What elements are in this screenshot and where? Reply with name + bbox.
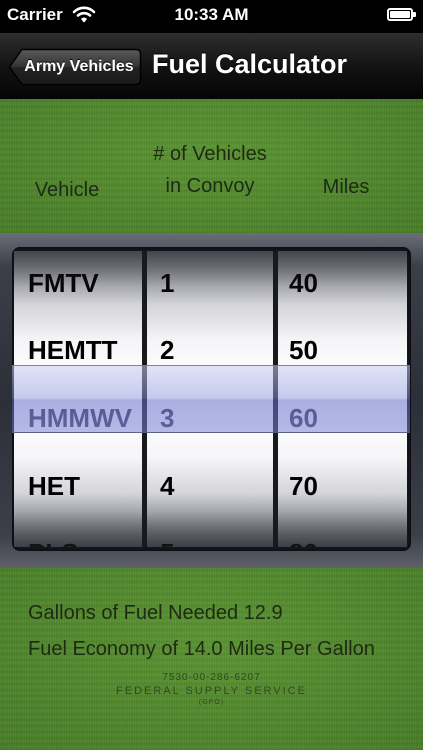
convoy-option-selected[interactable]: 3 xyxy=(147,384,273,452)
page-title: Fuel Calculator xyxy=(152,49,348,79)
miles-column-label: Miles xyxy=(322,176,370,198)
column-header-area: Vehicle # of Vehicles in Convoy Miles xyxy=(0,99,423,233)
form-stamp-gpo: (GPO) xyxy=(198,699,225,706)
fuel-economy-text: Fuel Economy of 14.0 Miles Per Gallon xyxy=(28,638,375,660)
convoy-label-line2: in Convoy xyxy=(165,175,255,197)
result-area: Gallons of Fuel Needed 12.9 Fuel Economy… xyxy=(0,568,423,750)
vehicle-option-selected[interactable]: HMMWV xyxy=(14,384,142,452)
form-stamp-service: FEDERAL SUPPLY SERVICE xyxy=(116,685,307,697)
back-button-label: Army Vehicles xyxy=(24,58,134,75)
vehicle-option[interactable]: HET xyxy=(14,452,142,520)
form-stamp-code: 7530-00-286-6207 xyxy=(162,672,261,683)
status-time: 10:33 AM xyxy=(174,5,249,24)
convoy-column-label: # of Vehicles in Convoy xyxy=(135,138,285,202)
vehicle-option[interactable]: HEMTT xyxy=(14,316,142,384)
convoy-option[interactable]: 2 xyxy=(147,316,273,384)
miles-option-selected[interactable]: 60 xyxy=(278,384,407,452)
vehicle-option[interactable]: FMTV xyxy=(14,251,142,317)
convoy-option[interactable]: 1 xyxy=(147,251,273,317)
convoy-label-line1: # of Vehicles xyxy=(153,143,267,165)
status-bar: Carrier 10:33 AM xyxy=(0,0,423,33)
convoy-wheel[interactable]: 1 2 3 4 5 xyxy=(147,251,273,547)
miles-option[interactable]: 70 xyxy=(278,452,407,520)
miles-option[interactable]: 50 xyxy=(278,316,407,384)
vehicle-option[interactable]: PLS xyxy=(14,519,142,547)
vehicle-column-label: Vehicle xyxy=(34,179,100,201)
gallons-needed-text: Gallons of Fuel Needed 12.9 xyxy=(28,602,283,624)
vehicle-wheel[interactable]: FMTV HEMTT HMMWV HET PLS xyxy=(14,251,142,547)
miles-wheel[interactable]: 40 50 60 70 80 xyxy=(278,251,407,547)
back-button[interactable]: Army Vehicles xyxy=(8,48,142,86)
navigation-bar: Army Vehicles Fuel Calculator xyxy=(0,33,423,100)
miles-option[interactable]: 80 xyxy=(278,519,407,547)
miles-option[interactable]: 40 xyxy=(278,251,407,317)
convoy-option[interactable]: 5 xyxy=(147,519,273,547)
fuel-picker: FMTV HEMTT HMMWV HET PLS 1 2 3 4 5 40 50… xyxy=(0,233,423,568)
app-screen: Carrier 10:33 AM Army Vehicles Fuel Calc… xyxy=(0,0,423,750)
convoy-option[interactable]: 4 xyxy=(147,452,273,520)
battery-icon xyxy=(387,8,416,21)
picker-frame: FMTV HEMTT HMMWV HET PLS 1 2 3 4 5 40 50… xyxy=(12,247,411,551)
